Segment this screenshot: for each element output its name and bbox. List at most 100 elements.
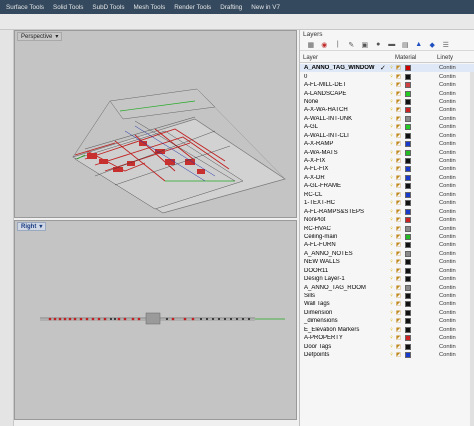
lock-icon[interactable]: ◩ — [395, 335, 402, 341]
lightbulb-icon[interactable]: ♀ — [388, 175, 395, 181]
lightbulb-icon[interactable]: ♀ — [388, 192, 395, 198]
layer-row[interactable]: A-WALL-INT-CLI ♀ ◩ Contin — [300, 132, 474, 140]
layer-row[interactable]: Defpoints ♀ ◩ Contin — [300, 351, 474, 359]
lock-icon[interactable]: ◩ — [395, 344, 402, 350]
layer-linetype[interactable]: Contin — [439, 192, 459, 198]
layer-row[interactable]: A-LANDSCAPE ♀ ◩ Contin — [300, 89, 474, 97]
layer-linetype[interactable]: Contin — [439, 301, 459, 307]
layer-linetype[interactable]: Contin — [439, 150, 459, 156]
layer-color-swatch[interactable] — [405, 309, 411, 316]
menu-render-tools[interactable]: Render Tools — [174, 4, 211, 11]
lock-icon[interactable]: ◩ — [395, 65, 402, 71]
properties-icon[interactable]: ▦ — [304, 41, 318, 49]
chevron-down-icon[interactable]: ▾ — [55, 33, 58, 40]
layer-row[interactable]: 0 ♀ ◩ Contin — [300, 72, 474, 80]
layer-color-swatch[interactable] — [405, 259, 411, 266]
lightbulb-icon[interactable]: ♀ — [388, 107, 395, 113]
lightbulb-icon[interactable]: ♀ — [388, 318, 395, 324]
lightbulb-icon[interactable]: ♀ — [388, 310, 395, 316]
lock-icon[interactable]: ◩ — [395, 352, 402, 358]
layer-row[interactable]: A_ANNO_TAG_ROOM ♀ ◩ Contin — [300, 283, 474, 291]
lock-icon[interactable]: ◩ — [395, 251, 402, 257]
layer-color-swatch[interactable] — [405, 200, 411, 207]
layer-row[interactable]: A_ANNO_TAG_WINDOW ✓ ♀ ◩ Contin — [300, 64, 474, 73]
linetype-column-header[interactable]: Linety — [429, 53, 453, 62]
perspective-viewport[interactable]: Perspective ▾ — [14, 30, 297, 218]
lock-icon[interactable]: ◩ — [395, 200, 402, 206]
layer-row[interactable]: A-FL-RAMPS&STEPS ♀ ◩ Contin — [300, 207, 474, 215]
right-viewport[interactable]: Right ▾ — [14, 220, 297, 420]
layer-row[interactable]: E_Elevation Markers ♀ ◩ Contin — [300, 326, 474, 334]
lightbulb-icon[interactable]: ♀ — [388, 301, 395, 307]
lock-icon[interactable]: ◩ — [395, 327, 402, 333]
lightbulb-icon[interactable]: ♀ — [388, 74, 395, 80]
layer-color-swatch[interactable] — [405, 217, 411, 224]
lightbulb-icon[interactable]: ♀ — [388, 226, 395, 232]
lock-icon[interactable]: ◩ — [395, 166, 402, 172]
render-icon[interactable]: ▣ — [358, 41, 372, 49]
lightbulb-icon[interactable]: ♀ — [388, 200, 395, 206]
lock-icon[interactable]: ◩ — [395, 91, 402, 97]
menu-drafting[interactable]: Drafting — [220, 4, 242, 11]
lightbulb-icon[interactable]: ♀ — [388, 124, 395, 130]
lock-icon[interactable]: ◩ — [395, 150, 402, 156]
layer-color-swatch[interactable] — [405, 242, 411, 249]
lock-icon[interactable]: ◩ — [395, 183, 402, 189]
layer-row[interactable]: A-X-DR ♀ ◩ Contin — [300, 174, 474, 182]
lock-icon[interactable]: ◩ — [395, 276, 402, 282]
layer-color-swatch[interactable] — [405, 65, 411, 72]
layer-color-swatch[interactable] — [405, 293, 411, 300]
lightbulb-icon[interactable]: ♀ — [388, 285, 395, 291]
layer-linetype[interactable]: Contin — [439, 318, 459, 324]
lightbulb-icon[interactable]: ♀ — [388, 276, 395, 282]
layer-row[interactable]: A-WA-MATS ♀ ◩ Contin — [300, 148, 474, 156]
layer-color-swatch[interactable] — [405, 73, 411, 80]
layer-linetype[interactable]: Contin — [439, 352, 459, 358]
lock-icon[interactable]: ◩ — [395, 234, 402, 240]
layer-color-swatch[interactable] — [405, 267, 411, 274]
layer-color-swatch[interactable] — [405, 352, 411, 359]
layer-row[interactable]: A-X-RAMP ♀ ◩ Contin — [300, 140, 474, 148]
layer-linetype[interactable]: Contin — [439, 226, 459, 232]
lightbulb-icon[interactable]: ♀ — [388, 158, 395, 164]
viewport-tab-right[interactable]: Right ▾ — [17, 222, 47, 231]
layer-row[interactable]: A_ANNO_NOTES ♀ ◩ Contin — [300, 250, 474, 258]
layers-icon[interactable]: ◉ — [318, 41, 332, 49]
chevron-down-icon[interactable]: ▾ — [39, 223, 42, 230]
lightbulb-icon[interactable]: ♀ — [388, 352, 395, 358]
menu-surface-tools[interactable]: Surface Tools — [6, 4, 44, 11]
layer-color-swatch[interactable] — [405, 183, 411, 190]
lightbulb-icon[interactable]: ♀ — [388, 166, 395, 172]
layer-color-swatch[interactable] — [405, 301, 411, 308]
layer-color-swatch[interactable] — [405, 149, 411, 156]
lightbulb-icon[interactable]: ♀ — [388, 91, 395, 97]
lightbulb-icon[interactable]: ♀ — [388, 82, 395, 88]
layer-row[interactable]: A-X-FIX ♀ ◩ Contin — [300, 157, 474, 165]
layer-row[interactable]: 1-TEXT-HC ♀ ◩ Contin — [300, 199, 474, 207]
layer-row[interactable]: Wall Tags ♀ ◩ Contin — [300, 300, 474, 308]
layer-color-swatch[interactable] — [405, 166, 411, 173]
menu-subd-tools[interactable]: SubD Tools — [92, 4, 124, 11]
lock-icon[interactable]: ◩ — [395, 209, 402, 215]
lock-icon[interactable]: ◩ — [395, 141, 402, 147]
layer-linetype[interactable]: Contin — [439, 268, 459, 274]
layer-color-swatch[interactable] — [405, 318, 411, 325]
lock-icon[interactable]: ◩ — [395, 74, 402, 80]
layer-row[interactable]: _dimensions ♀ ◩ Contin — [300, 317, 474, 325]
layer-color-swatch[interactable] — [405, 250, 411, 257]
layer-linetype[interactable]: Contin — [439, 217, 459, 223]
layer-color-swatch[interactable] — [405, 208, 411, 215]
layer-row[interactable]: DOOR11 ♀ ◩ Contin — [300, 267, 474, 275]
layers-scrollbar[interactable] — [470, 72, 474, 426]
layer-row[interactable]: Door Tags ♀ ◩ Contin — [300, 342, 474, 350]
material-column-header[interactable]: Material — [385, 53, 429, 62]
lock-icon[interactable]: ◩ — [395, 301, 402, 307]
lock-icon[interactable]: ◩ — [395, 99, 402, 105]
layer-color-swatch[interactable] — [405, 284, 411, 291]
lock-icon[interactable]: ◩ — [395, 192, 402, 198]
layer-color-swatch[interactable] — [405, 343, 411, 350]
layer-linetype[interactable]: Contin — [439, 200, 459, 206]
layer-row[interactable]: Sills ♀ ◩ Contin — [300, 292, 474, 300]
layer-linetype[interactable]: Contin — [439, 116, 459, 122]
lightbulb-icon[interactable]: ♀ — [388, 234, 395, 240]
